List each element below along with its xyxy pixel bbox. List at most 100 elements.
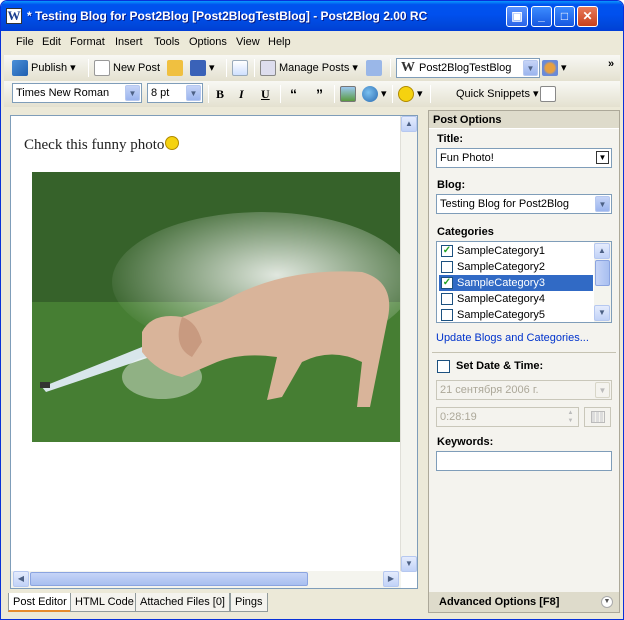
underline-button[interactable]: U	[261, 85, 270, 103]
category-item[interactable]: SampleCategory2	[439, 259, 593, 275]
time-value: 0:28:19	[440, 411, 477, 423]
quick-snippets-label: Quick Snippets	[456, 88, 530, 100]
chevron-down-icon: ▼	[523, 60, 538, 76]
menu-options[interactable]: Options	[189, 36, 227, 48]
post-editor[interactable]: Check this funny photo ▲ ▼ ◀ ▶	[10, 115, 418, 589]
menu-format[interactable]: Format	[70, 36, 105, 48]
scroll-thumb[interactable]	[30, 572, 308, 586]
sync-icon	[366, 60, 382, 77]
menu-file[interactable]: File	[16, 36, 34, 48]
sync-button[interactable]	[366, 59, 385, 77]
toolbar-overflow[interactable]: »	[608, 55, 614, 73]
menu-help[interactable]: Help	[268, 36, 291, 48]
edit-snippets-button[interactable]	[540, 85, 559, 103]
checkbox[interactable]	[441, 293, 453, 305]
categories-label: Categories	[437, 226, 494, 238]
publish-button[interactable]: Publish ▾	[12, 59, 76, 77]
category-item-selected[interactable]: ✓ SampleCategory3	[439, 275, 593, 291]
minimize-button[interactable]: _	[531, 6, 552, 27]
new-post-button[interactable]: New Post	[94, 59, 160, 77]
maximize-button[interactable]: □	[554, 6, 575, 27]
category-item[interactable]: SampleCategory5	[439, 307, 593, 323]
date-field[interactable]: 21 сентября 2006 г. ▼	[436, 380, 612, 400]
divider	[432, 352, 616, 353]
insert-link-button[interactable]: ▾	[362, 85, 387, 103]
menu-edit[interactable]: Edit	[42, 36, 61, 48]
time-field[interactable]: 0:28:19 ▲ ▼	[436, 407, 579, 427]
categories-scrollbar[interactable]: ▲ ▼	[594, 242, 611, 322]
scroll-down-button[interactable]: ▼	[594, 305, 610, 321]
blog-select[interactable]: W Post2BlogTestBlog ▼	[396, 58, 540, 78]
category-label: SampleCategory2	[457, 261, 546, 273]
blog-field[interactable]: Testing Blog for Post2Blog ▼	[436, 194, 612, 214]
globe-icon	[362, 86, 378, 103]
keywords-label: Keywords:	[437, 436, 494, 448]
update-blogs-link[interactable]: Update Blogs and Categories...	[436, 332, 589, 344]
checkbox[interactable]	[441, 261, 453, 273]
save-button[interactable]: ▾	[190, 59, 215, 77]
tab-attached-files[interactable]: Attached Files [0]	[135, 593, 230, 612]
font-select-value: Times New Roman	[16, 87, 110, 99]
spellcheck-button[interactable]	[232, 59, 251, 77]
spellcheck-icon	[232, 60, 248, 77]
editor-horizontal-scrollbar[interactable]: ◀ ▶	[11, 571, 401, 588]
scroll-down-button[interactable]: ▼	[401, 556, 417, 572]
quote-close-button[interactable]: ”	[316, 85, 323, 103]
menu-tools[interactable]: Tools	[154, 36, 180, 48]
calendar-button[interactable]	[584, 407, 611, 427]
pencil-icon	[540, 86, 556, 103]
format-toolbar: Times New Roman ▼ 8 pt ▼ B I U “ ” ▾ ▾ Q…	[4, 81, 620, 107]
insert-image-button[interactable]	[340, 85, 359, 103]
title-field[interactable]: Fun Photo! ▼	[436, 148, 612, 168]
menu-insert[interactable]: Insert	[115, 36, 143, 48]
scroll-thumb[interactable]	[595, 260, 610, 286]
categories-list[interactable]: ✓ SampleCategory1 SampleCategory2 ✓ Sample…	[436, 241, 612, 323]
open-button[interactable]	[167, 59, 186, 77]
keywords-field[interactable]	[436, 451, 612, 471]
tab-post-editor[interactable]: Post Editor	[8, 593, 72, 612]
pin-icon[interactable]: ▣	[506, 6, 528, 27]
post-options-panel: Post Options Title: Fun Photo! ▼ Blog: T…	[428, 110, 620, 613]
menu-bar: File Edit Format Insert Tools Options Vi…	[4, 32, 620, 54]
font-select[interactable]: Times New Roman ▼	[12, 83, 142, 103]
category-item[interactable]: SampleCategory4	[439, 291, 593, 307]
category-item[interactable]: ✓ SampleCategory1	[439, 243, 593, 259]
checkbox[interactable]	[441, 309, 453, 321]
app-icon[interactable]: W	[6, 8, 22, 24]
size-select[interactable]: 8 pt ▼	[147, 83, 203, 103]
title-bar[interactable]: W * Testing Blog for Post2Blog [Post2Blo…	[1, 1, 623, 31]
scroll-up-button[interactable]: ▲	[401, 116, 417, 132]
save-icon	[190, 60, 206, 77]
emoticon-button[interactable]: ▾	[398, 85, 423, 103]
manage-posts-button[interactable]: Manage Posts ▾	[260, 59, 358, 77]
scroll-left-button[interactable]: ◀	[13, 571, 29, 587]
scroll-up-button[interactable]: ▲	[594, 243, 610, 259]
italic-button[interactable]: I	[239, 85, 244, 103]
category-label: SampleCategory5	[457, 309, 546, 321]
quick-snippets-button[interactable]: Quick Snippets ▾	[456, 85, 539, 103]
quote-open-button[interactable]: “	[290, 85, 297, 103]
accounts-button[interactable]: ▾	[542, 59, 567, 77]
checkbox-checked[interactable]: ✓	[441, 277, 453, 289]
blog-label: Blog:	[437, 179, 466, 191]
advanced-options-bar[interactable]: Advanced Options [F8] ▼	[429, 592, 619, 612]
menu-view[interactable]: View	[236, 36, 260, 48]
editor-vertical-scrollbar[interactable]: ▲ ▼	[400, 116, 417, 572]
set-date-checkbox[interactable]	[437, 360, 450, 373]
bold-button[interactable]: B	[216, 85, 224, 103]
chevron-down-icon[interactable]: ▼	[601, 596, 613, 608]
tab-pings[interactable]: Pings	[230, 593, 268, 612]
editor-content[interactable]: Check this funny photo	[24, 136, 180, 154]
image-icon	[340, 86, 356, 103]
dog-photo[interactable]	[32, 172, 400, 442]
scroll-right-button[interactable]: ▶	[383, 571, 399, 587]
chevron-down-icon[interactable]: ▼	[596, 151, 609, 164]
close-button[interactable]: ✕	[577, 6, 598, 27]
tab-html-code[interactable]: HTML Code	[70, 593, 139, 612]
spinner-icon[interactable]: ▲ ▼	[564, 409, 577, 425]
chevron-down-icon: ▼	[186, 85, 201, 101]
main-window: W * Testing Blog for Post2Blog [Post2Blo…	[0, 0, 624, 620]
checkbox-checked[interactable]: ✓	[441, 245, 453, 257]
editor-text: Check this funny photo	[24, 137, 165, 153]
title-label: Title:	[437, 133, 464, 145]
